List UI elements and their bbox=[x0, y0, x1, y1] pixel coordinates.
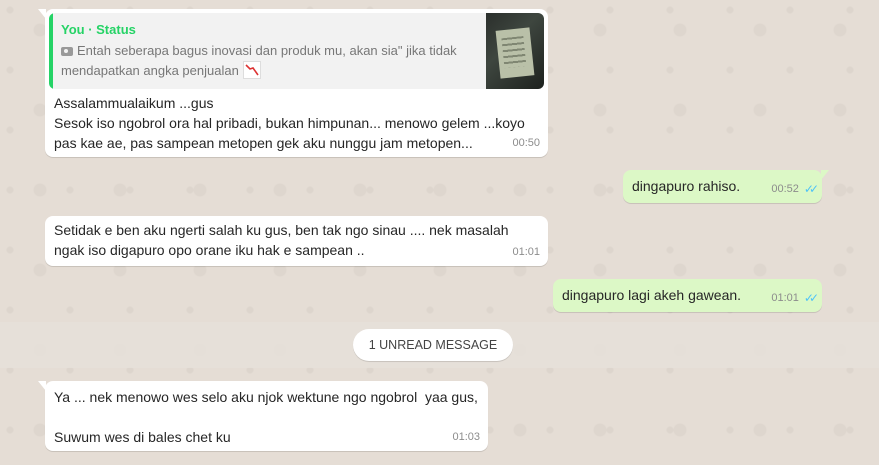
message-text: dingapuro lagi akeh gawean. bbox=[562, 287, 742, 303]
message-bubble[interactable]: Ya ... nek menowo wes selo aku njok wekt… bbox=[38, 381, 488, 451]
quote-text-row: Entah seberapa bagus inovasi dan produk … bbox=[61, 41, 471, 81]
message-bubble[interactable]: You · Status Entah seberapa bagus inovas… bbox=[38, 9, 548, 157]
message-text: Setidak e ben aku ngerti salah ku gus, b… bbox=[54, 222, 513, 258]
message-bubble[interactable]: dingapuro rahiso. 00:52 ✓✓ bbox=[623, 170, 829, 203]
message-bubble[interactable]: Setidak e ben aku ngerti salah ku gus, b… bbox=[45, 216, 548, 266]
status-thumbnail[interactable] bbox=[486, 13, 544, 89]
message-time: 01:03 bbox=[452, 431, 480, 443]
quote-accent-bar bbox=[49, 13, 53, 89]
message-text: Ya ... nek menowo wes selo aku njok wekt… bbox=[54, 389, 478, 445]
message-time: 00:52 bbox=[771, 183, 799, 195]
double-check-icon: ✓✓ bbox=[803, 182, 819, 196]
quote-author: You · Status bbox=[61, 22, 136, 37]
camera-icon bbox=[61, 47, 73, 56]
message-time: 01:01 bbox=[771, 292, 799, 304]
double-check-icon: ✓✓ bbox=[803, 291, 819, 305]
message-text: Assalammualaikum ...gus Sesok iso ngobro… bbox=[54, 95, 525, 151]
message-bubble[interactable]: dingapuro lagi akeh gawean. 01:01 ✓✓ bbox=[553, 279, 822, 312]
message-time: 01:01 bbox=[512, 246, 540, 258]
chart-decreasing-icon bbox=[242, 61, 261, 79]
quoted-status[interactable]: You · Status Entah seberapa bagus inovas… bbox=[49, 13, 544, 89]
message-text: dingapuro rahiso. bbox=[632, 178, 741, 194]
unread-message-badge: 1 UNREAD MESSAGE bbox=[353, 329, 513, 361]
message-time: 00:50 bbox=[512, 137, 540, 149]
